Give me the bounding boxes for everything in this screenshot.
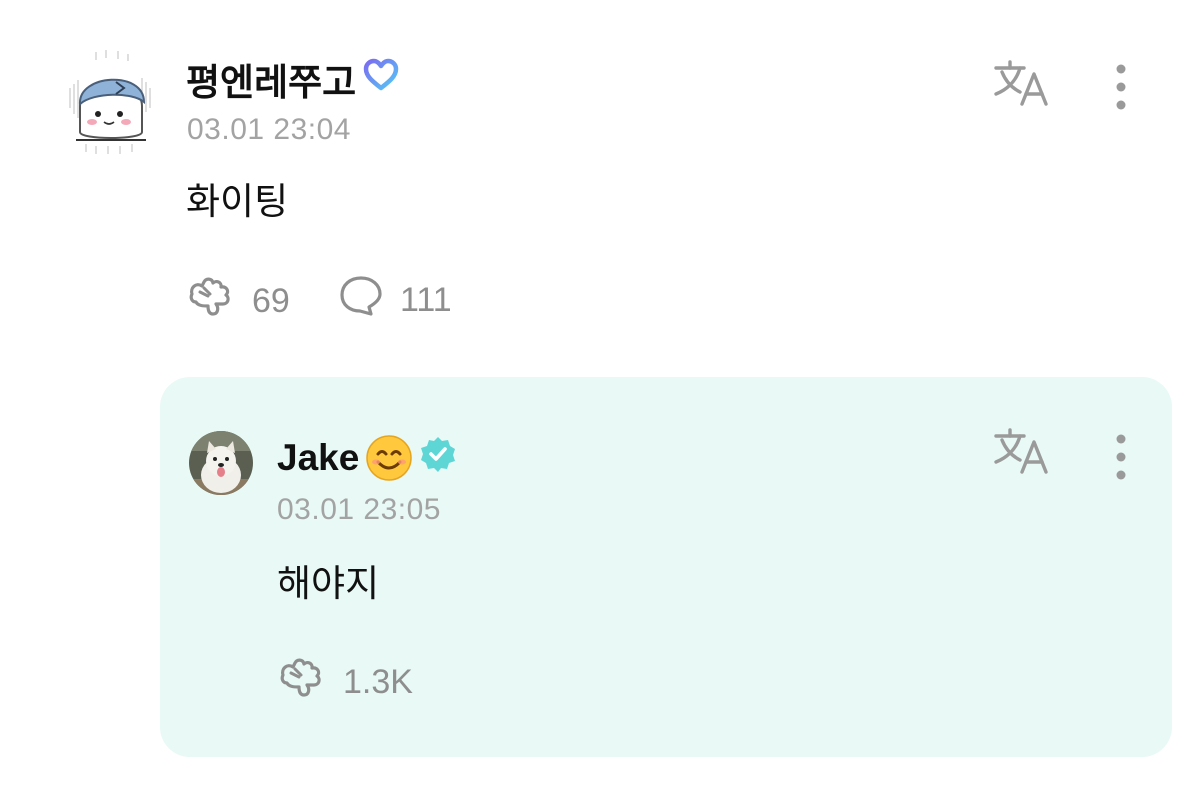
more-vertical-icon — [1116, 64, 1126, 110]
reply-like-button[interactable]: 1.3K — [277, 655, 413, 710]
author-name: 평엔레쭈고 — [186, 62, 357, 103]
reply-author[interactable]: Jake — [277, 434, 457, 482]
main-more-button[interactable] — [1106, 60, 1136, 116]
heart-outline-gradient-icon — [362, 57, 400, 102]
like-hand-icon — [277, 655, 327, 710]
like-count: 69 — [252, 282, 290, 320]
reply-translate-button[interactable] — [992, 426, 1054, 478]
like-hand-icon — [186, 274, 236, 329]
reply-count: 111 — [400, 281, 452, 319]
reply-more-button[interactable] — [1106, 430, 1136, 486]
translate-icon — [994, 60, 1048, 106]
main-reply-button[interactable]: 111 — [338, 274, 452, 327]
comment-thread: 평엔레쭈고 03.01 23:04 화이팅 69 111 Jake 03.01 … — [0, 0, 1200, 798]
like-count: 1.3K — [343, 663, 413, 701]
translate-icon — [994, 428, 1048, 474]
speech-bubble-icon — [338, 274, 384, 327]
verified-badge-icon — [419, 435, 457, 482]
main-comment-body: 화이팅 — [186, 181, 289, 222]
main-comment-timestamp: 03.01 23:04 — [187, 113, 351, 146]
more-vertical-icon — [1116, 434, 1126, 480]
reply-avatar[interactable] — [189, 431, 253, 495]
main-comment-avatar[interactable] — [66, 48, 156, 158]
reply-timestamp: 03.01 23:05 — [277, 493, 441, 526]
main-comment-author[interactable]: 평엔레쭈고 — [186, 52, 400, 106]
author-name: Jake — [277, 437, 360, 478]
reply-body: 해야지 — [277, 563, 380, 604]
main-like-button[interactable]: 69 — [186, 274, 290, 329]
smiling-face-emoji — [365, 434, 413, 482]
main-translate-button[interactable] — [992, 58, 1054, 110]
